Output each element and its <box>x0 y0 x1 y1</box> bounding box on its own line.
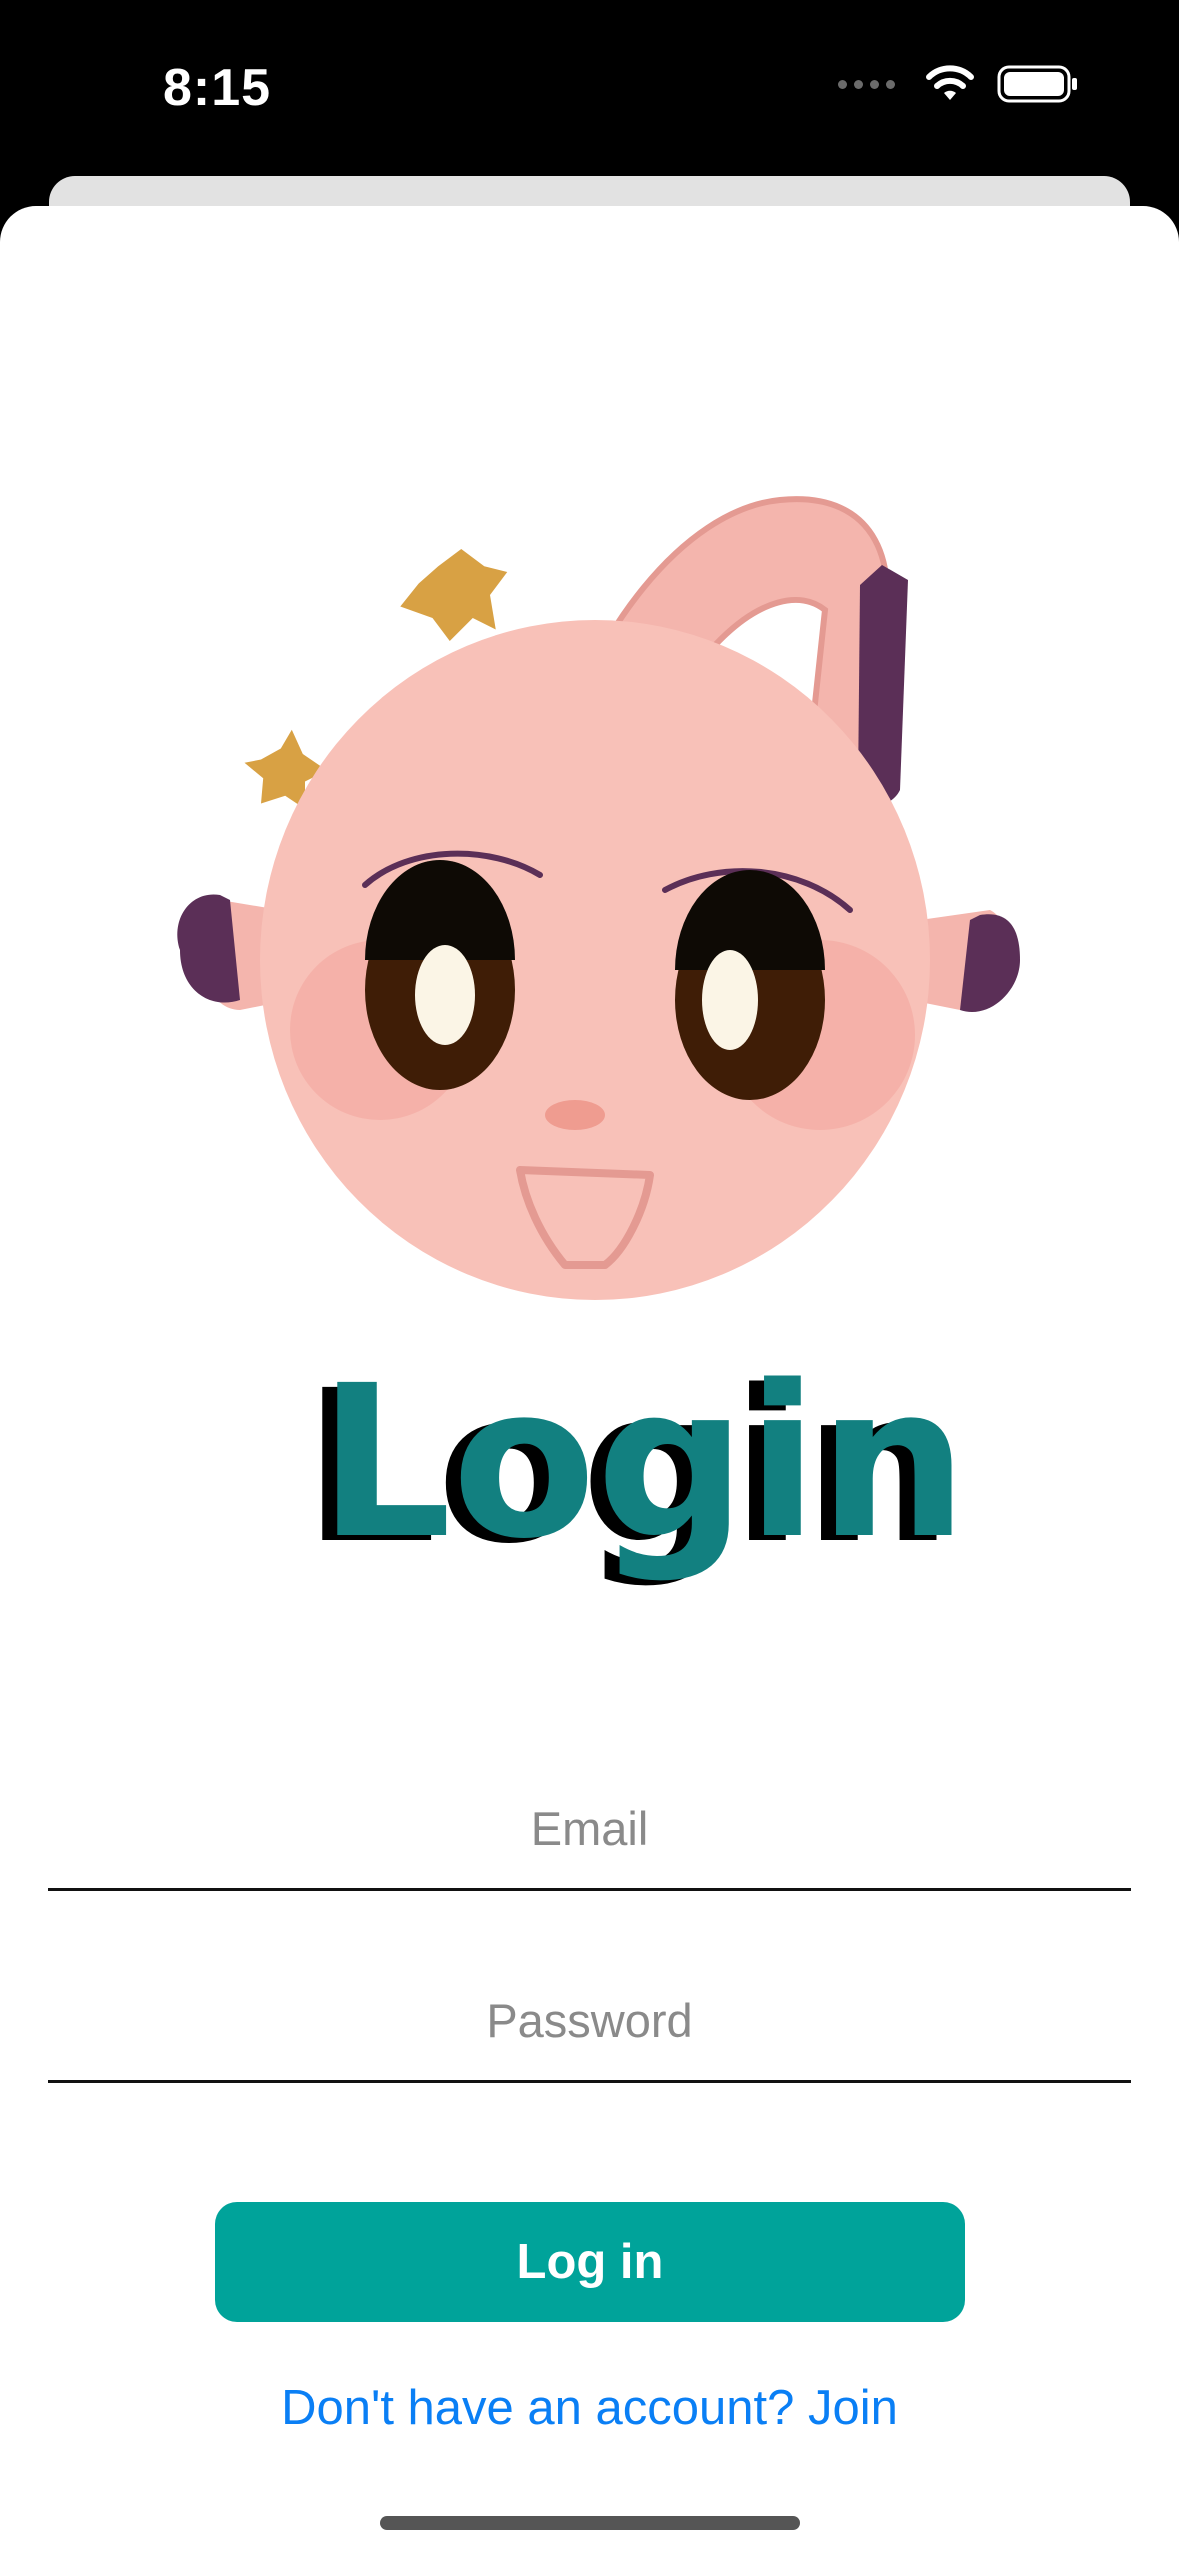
login-logo: Login Login <box>303 1340 968 1590</box>
email-input[interactable] <box>48 1799 1131 1857</box>
status-time: 8:15 <box>163 59 272 117</box>
password-field[interactable] <box>48 1960 1131 2083</box>
email-field[interactable] <box>48 1768 1131 1891</box>
status-bar: 8:15 <box>0 0 1179 178</box>
status-icons <box>838 64 1079 104</box>
home-indicator <box>380 2516 800 2530</box>
password-input[interactable] <box>48 1991 1131 2049</box>
star-icon <box>400 549 508 641</box>
join-link[interactable]: Don't have an account? Join <box>0 2380 1179 2436</box>
login-button[interactable]: Log in <box>215 2202 965 2322</box>
mascot-illustration <box>177 496 1020 1300</box>
cellular-signal-icon <box>838 79 895 89</box>
battery-icon <box>997 65 1077 103</box>
wifi-icon <box>926 65 974 100</box>
login-logo-text: Login <box>318 1340 968 1585</box>
